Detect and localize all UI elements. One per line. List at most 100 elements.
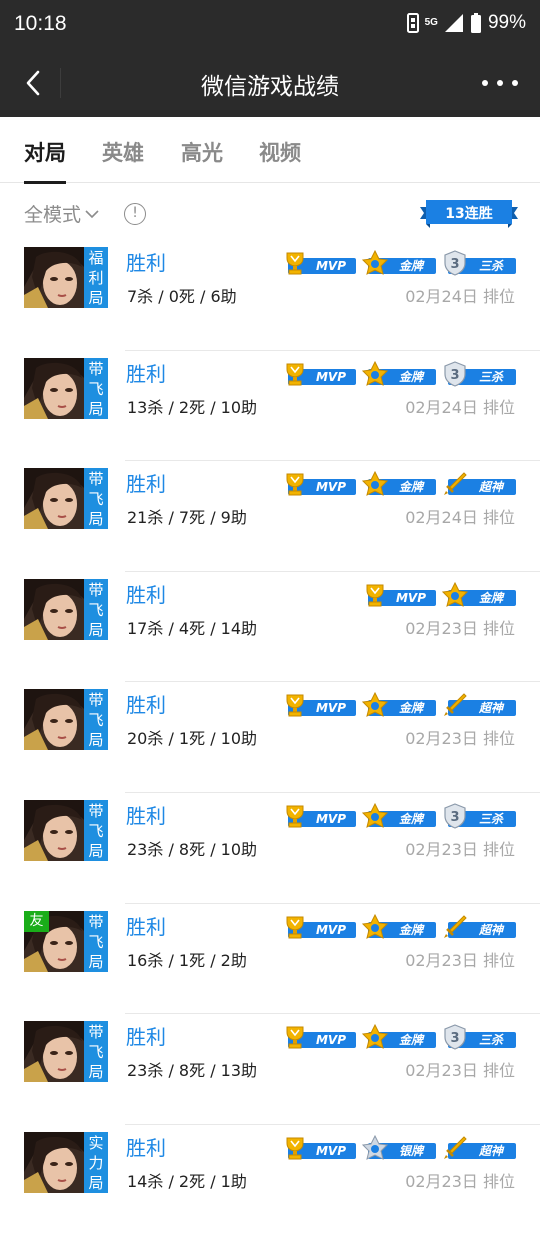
match-row[interactable]: 带飞局胜利 21杀 / 7死 / 9助 02月24日 排位 MVP 金牌 超神 (0, 460, 540, 570)
match-date: 02月23日 排位 (405, 950, 515, 970)
badge-label: MVP (395, 590, 427, 605)
badge-list: MVP 金牌 3 三杀 (282, 360, 516, 387)
legendary-badge: 超神 (442, 914, 516, 938)
info-icon[interactable]: ! (124, 203, 146, 225)
match-date: 02月23日 排位 (405, 1061, 515, 1081)
legendary-badge: 超神 (442, 692, 516, 717)
row-divider (125, 681, 540, 683)
tab-heroes[interactable]: 英雄 (102, 137, 144, 167)
triple-kill-badge: 3 三杀 (442, 1024, 516, 1050)
trophy-icon (286, 1026, 304, 1049)
match-row[interactable]: 带飞局胜利 23杀 / 8死 / 13助 02月23日 排位 MVP 金牌 3 三杀 (0, 1013, 540, 1123)
gold-medal-badge: 金牌 (362, 250, 436, 275)
sword-icon (444, 472, 467, 496)
match-row[interactable]: 友 带飞局胜利 16杀 / 1死 / 2助 02月23日 排位 MVP 金牌 超神 (0, 902, 540, 1013)
badge-list: MVP 金牌 3 三杀 (282, 803, 516, 829)
silver-star-icon (362, 1134, 388, 1160)
badge-label: 三杀 (478, 1033, 503, 1048)
match-date: 02月24日 排位 (405, 287, 515, 306)
badge-label: MVP (315, 922, 347, 937)
svg-text:3: 3 (450, 810, 459, 825)
status-bar: 10:18 5G 99% (0, 0, 540, 50)
signal-icon (444, 14, 463, 32)
sword-icon (444, 914, 467, 938)
gold-star-icon (362, 913, 388, 939)
badge-label: MVP (315, 259, 347, 273)
match-result: 胜利 (126, 914, 166, 939)
row-divider (125, 570, 540, 572)
mvp-badge: MVP (282, 914, 356, 939)
badge-label: 超神 (478, 701, 503, 716)
match-row[interactable]: 福利局胜利 7杀 / 0死 / 6助 02月24日 排位 MVP 金牌 3 三杀 (0, 239, 540, 349)
match-row[interactable]: 带飞局胜利 17杀 / 4死 / 14助 02月23日 排位 MVP 金牌 (0, 570, 540, 681)
badge-label: MVP (315, 369, 347, 384)
tab-matches[interactable]: 对局 (24, 137, 66, 184)
trophy-icon (366, 584, 384, 607)
shield-icon: 3 (444, 250, 466, 276)
row-divider (125, 792, 540, 793)
kda-stats: 13杀 / 2死 / 10助 (127, 397, 258, 417)
badge-label: MVP (315, 1033, 347, 1048)
badge-list: MVP 金牌 超神 (282, 471, 516, 497)
match-date: 02月23日 排位 (405, 618, 515, 638)
more-options-icon[interactable] (482, 68, 518, 98)
status-time: 10:18 (14, 12, 67, 35)
badge-label: 金牌 (398, 369, 423, 384)
tab-highlights[interactable]: 高光 (181, 137, 223, 167)
badge-list: MVP 银牌 超神 (282, 1134, 516, 1160)
mode-tag: 带飞局 (84, 578, 108, 640)
match-row[interactable]: 带飞局胜利 13杀 / 2死 / 10助 02月24日 排位 MVP 金牌 3 三杀 (0, 349, 540, 460)
badge-label: 金牌 (398, 922, 423, 937)
trophy-icon (286, 805, 304, 828)
badge-label: 超神 (478, 1143, 503, 1158)
kda-stats: 20杀 / 1死 / 10助 (127, 729, 258, 749)
badge-label: 银牌 (398, 1143, 423, 1158)
triple-kill-badge: 3 三杀 (442, 250, 516, 276)
badge-label: 三杀 (478, 259, 503, 273)
row-divider (125, 349, 540, 351)
badge-list: MVP 金牌 3 三杀 (282, 250, 516, 276)
chevron-down-icon (85, 209, 99, 218)
badge-list: MVP 金牌 (362, 581, 516, 607)
mode-filter-dropdown[interactable]: 全模式 (24, 200, 99, 227)
mvp-badge: MVP (282, 250, 356, 275)
shield-icon: 3 (444, 360, 466, 387)
badge-label: 金牌 (398, 259, 423, 273)
gold-star-icon (442, 581, 468, 607)
tab-videos[interactable]: 视频 (259, 137, 301, 167)
network-type: 5G (424, 17, 438, 28)
kda-stats: 21杀 / 7死 / 9助 (127, 508, 247, 528)
triple-kill-badge: 3 三杀 (442, 360, 516, 387)
badge-label: 三杀 (478, 812, 503, 826)
match-row[interactable]: 带飞局胜利 23杀 / 8死 / 10助 02月23日 排位 MVP 金牌 3 三杀 (0, 792, 540, 902)
badge-list: MVP 金牌 3 三杀 (282, 1024, 516, 1050)
gold-medal-badge: 金牌 (362, 803, 436, 828)
mode-filter-label: 全模式 (24, 204, 82, 226)
mode-tag: 带飞局 (84, 357, 108, 419)
badge-label: MVP (315, 480, 347, 495)
hero-avatar (24, 689, 84, 751)
match-result: 胜利 (126, 361, 166, 386)
legendary-badge: 超神 (442, 1135, 516, 1159)
mode-tag: 带飞局 (84, 689, 108, 751)
battery-level: 99% (487, 12, 526, 33)
trophy-icon (286, 1137, 304, 1160)
mvp-badge: MVP (282, 803, 356, 828)
badge-label: 三杀 (478, 369, 503, 384)
gold-medal-badge: 金牌 (362, 471, 436, 497)
svg-text:3: 3 (450, 368, 459, 383)
kda-stats: 7杀 / 0死 / 6助 (127, 287, 237, 306)
badge-list: MVP 金牌 超神 (282, 692, 516, 718)
hero-avatar (24, 1021, 84, 1083)
match-result: 胜利 (126, 251, 166, 275)
gold-medal-badge: 金牌 (362, 913, 436, 939)
mvp-badge: MVP (282, 1135, 356, 1160)
kda-stats: 23杀 / 8死 / 13助 (127, 1061, 258, 1081)
match-row[interactable]: 带飞局胜利 20杀 / 1死 / 10助 02月23日 排位 MVP 金牌 超神 (0, 681, 540, 791)
match-date: 02月23日 排位 (405, 840, 515, 859)
mvp-badge: MVP (282, 1024, 356, 1049)
match-result: 胜利 (126, 1025, 166, 1050)
gold-star-icon (362, 250, 388, 275)
status-icons: 5G 99% (406, 12, 526, 34)
match-row[interactable]: 实力局胜利 14杀 / 2死 / 1助 02月23日 排位 MVP 银牌 超神 (0, 1123, 540, 1234)
